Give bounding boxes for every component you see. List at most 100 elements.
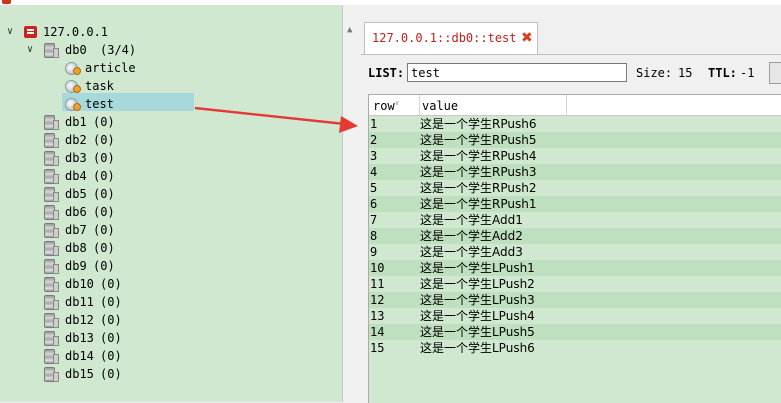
table-row[interactable]: 13 这是一个学生LPush4	[369, 308, 781, 324]
row-index-cell: 14	[370, 325, 385, 339]
close-icon[interactable]: ✖	[521, 30, 533, 46]
tree-db-node[interactable]: db14 (0)	[0, 347, 200, 365]
tree-db-node[interactable]: db8 (0)	[0, 239, 200, 257]
row-index-cell: 7	[370, 213, 378, 227]
value-cell: 这是一个学生LPush4	[420, 309, 535, 323]
db-label: db14	[65, 349, 94, 363]
column-header-row[interactable]: ∨ row	[373, 95, 420, 115]
key-name-input[interactable]	[407, 63, 627, 82]
sort-indicator-icon: ∨	[395, 99, 400, 107]
tree-db-node[interactable]: db13 (0)	[0, 329, 200, 347]
ttl-value: -1	[740, 66, 755, 80]
tree-db-node[interactable]: db11 (0)	[0, 293, 200, 311]
column-header-label: row	[373, 99, 395, 113]
db-label: db5	[65, 187, 87, 201]
tree-db-node[interactable]: db9 (0)	[0, 257, 200, 275]
table-row[interactable]: 7 这是一个学生Add1	[369, 212, 781, 228]
db-label: db12	[65, 313, 94, 327]
row-index-cell: 13	[370, 309, 385, 323]
table-row[interactable]: 14 这是一个学生LPush5	[369, 324, 781, 340]
tree-db-node[interactable]: db7 (0)	[0, 221, 200, 239]
database-icon	[42, 133, 59, 148]
table-row[interactable]: 11 这是一个学生LPush2	[369, 276, 781, 292]
key-label: article	[85, 61, 136, 75]
tree-key-node[interactable]: article	[0, 59, 200, 77]
database-icon	[42, 313, 59, 328]
tab-key-view[interactable]: 127.0.0.1::db0::test ✖	[364, 22, 538, 54]
column-header-value[interactable]: value	[421, 95, 567, 115]
tree-db-node[interactable]: db4 (0)	[0, 167, 200, 185]
database-icon	[42, 349, 59, 364]
chevron-down-icon[interactable]: ∨	[4, 23, 16, 41]
table-row[interactable]: 9 这是一个学生Add3	[369, 244, 781, 260]
list-values-table[interactable]: ∨ row value 1 这是一个学生RPush6 2 这是一个学生RPush5 3 这…	[368, 94, 781, 403]
db-key-count: (0)	[93, 241, 115, 255]
table-row[interactable]: 1 这是一个学生RPush6	[369, 116, 781, 132]
value-cell: 这是一个学生LPush3	[420, 293, 535, 307]
db-key-count: (0)	[93, 259, 115, 273]
server-label: 127.0.0.1	[43, 25, 109, 39]
table-row[interactable]: 8 这是一个学生Add2	[369, 228, 781, 244]
db-key-count: (3/4)	[100, 43, 137, 57]
chevron-down-icon[interactable]: ∨	[24, 41, 36, 59]
value-cell: 这是一个学生LPush1	[420, 261, 535, 275]
row-index-cell: 1	[370, 117, 378, 131]
server-icon	[24, 26, 37, 38]
db-key-count: (0)	[93, 223, 115, 237]
table-row[interactable]: 10 这是一个学生LPush1	[369, 260, 781, 276]
table-row[interactable]: 4 这是一个学生RPush3	[369, 164, 781, 180]
row-index-cell: 5	[370, 181, 378, 195]
table-row[interactable]: 5 这是一个学生RPush2	[369, 180, 781, 196]
value-cell: 这是一个学生Add2	[420, 229, 523, 243]
table-row[interactable]: 2 这是一个学生RPush5	[369, 132, 781, 148]
db-label: db0	[65, 43, 87, 57]
table-row[interactable]: 12 这是一个学生LPush3	[369, 292, 781, 308]
table-row[interactable]: 15 这是一个学生LPush6	[369, 340, 781, 356]
tree-key-node-selected[interactable]: test	[0, 95, 200, 113]
tab-title: 127.0.0.1::db0::test	[372, 31, 517, 45]
table-row[interactable]: 3 这是一个学生RPush4	[369, 148, 781, 164]
rename-button[interactable]	[769, 62, 781, 84]
key-icon	[64, 61, 81, 75]
row-index-cell: 8	[370, 229, 378, 243]
db-key-count: (0)	[93, 169, 115, 183]
key-icon	[64, 97, 81, 111]
db-key-count: (0)	[93, 133, 115, 147]
db-label: db11	[65, 295, 94, 309]
tree-db-node[interactable]: db6 (0)	[0, 203, 200, 221]
db-label: db3	[65, 151, 87, 165]
db-key-count: (0)	[93, 115, 115, 129]
db-key-count: (0)	[93, 151, 115, 165]
table-row[interactable]: 6 这是一个学生RPush1	[369, 196, 781, 212]
size-value: 15	[678, 66, 693, 80]
db-key-count: (0)	[100, 295, 122, 309]
connection-tree[interactable]: ∨ 127.0.0.1 ∨ db0 (3/4) article task tes…	[0, 5, 342, 402]
tree-db-node[interactable]: db15 (0)	[0, 365, 200, 383]
tree-server-node[interactable]: ∨ 127.0.0.1	[0, 23, 200, 41]
database-icon	[42, 223, 59, 238]
database-icon	[42, 43, 59, 58]
row-index-cell: 15	[370, 341, 385, 355]
value-cell: 这是一个学生LPush2	[420, 277, 535, 291]
tab-bar: 127.0.0.1::db0::test ✖	[361, 20, 781, 55]
scroll-up-arrow-icon[interactable]: ▲	[347, 25, 352, 35]
tree-db-node[interactable]: db2 (0)	[0, 131, 200, 149]
database-icon	[42, 331, 59, 346]
tree-db-node[interactable]: db3 (0)	[0, 149, 200, 167]
db-key-count: (0)	[93, 205, 115, 219]
database-icon	[42, 295, 59, 310]
panel-splitter[interactable]: ▲	[342, 5, 362, 402]
tree-db-node-db0[interactable]: ∨ db0 (3/4)	[0, 41, 200, 59]
tree-key-node[interactable]: task	[0, 77, 200, 95]
tree-db-node[interactable]: db5 (0)	[0, 185, 200, 203]
db-key-count: (0)	[100, 313, 122, 327]
value-cell: 这是一个学生RPush1	[420, 197, 537, 211]
tree-db-node[interactable]: db12 (0)	[0, 311, 200, 329]
key-label: test	[85, 97, 114, 111]
tree-db-node[interactable]: db10 (0)	[0, 275, 200, 293]
row-index-cell: 6	[370, 197, 378, 211]
db-label: db9	[65, 259, 87, 273]
database-icon	[42, 187, 59, 202]
row-index-cell: 10	[370, 261, 385, 275]
tree-db-node[interactable]: db1 (0)	[0, 113, 200, 131]
